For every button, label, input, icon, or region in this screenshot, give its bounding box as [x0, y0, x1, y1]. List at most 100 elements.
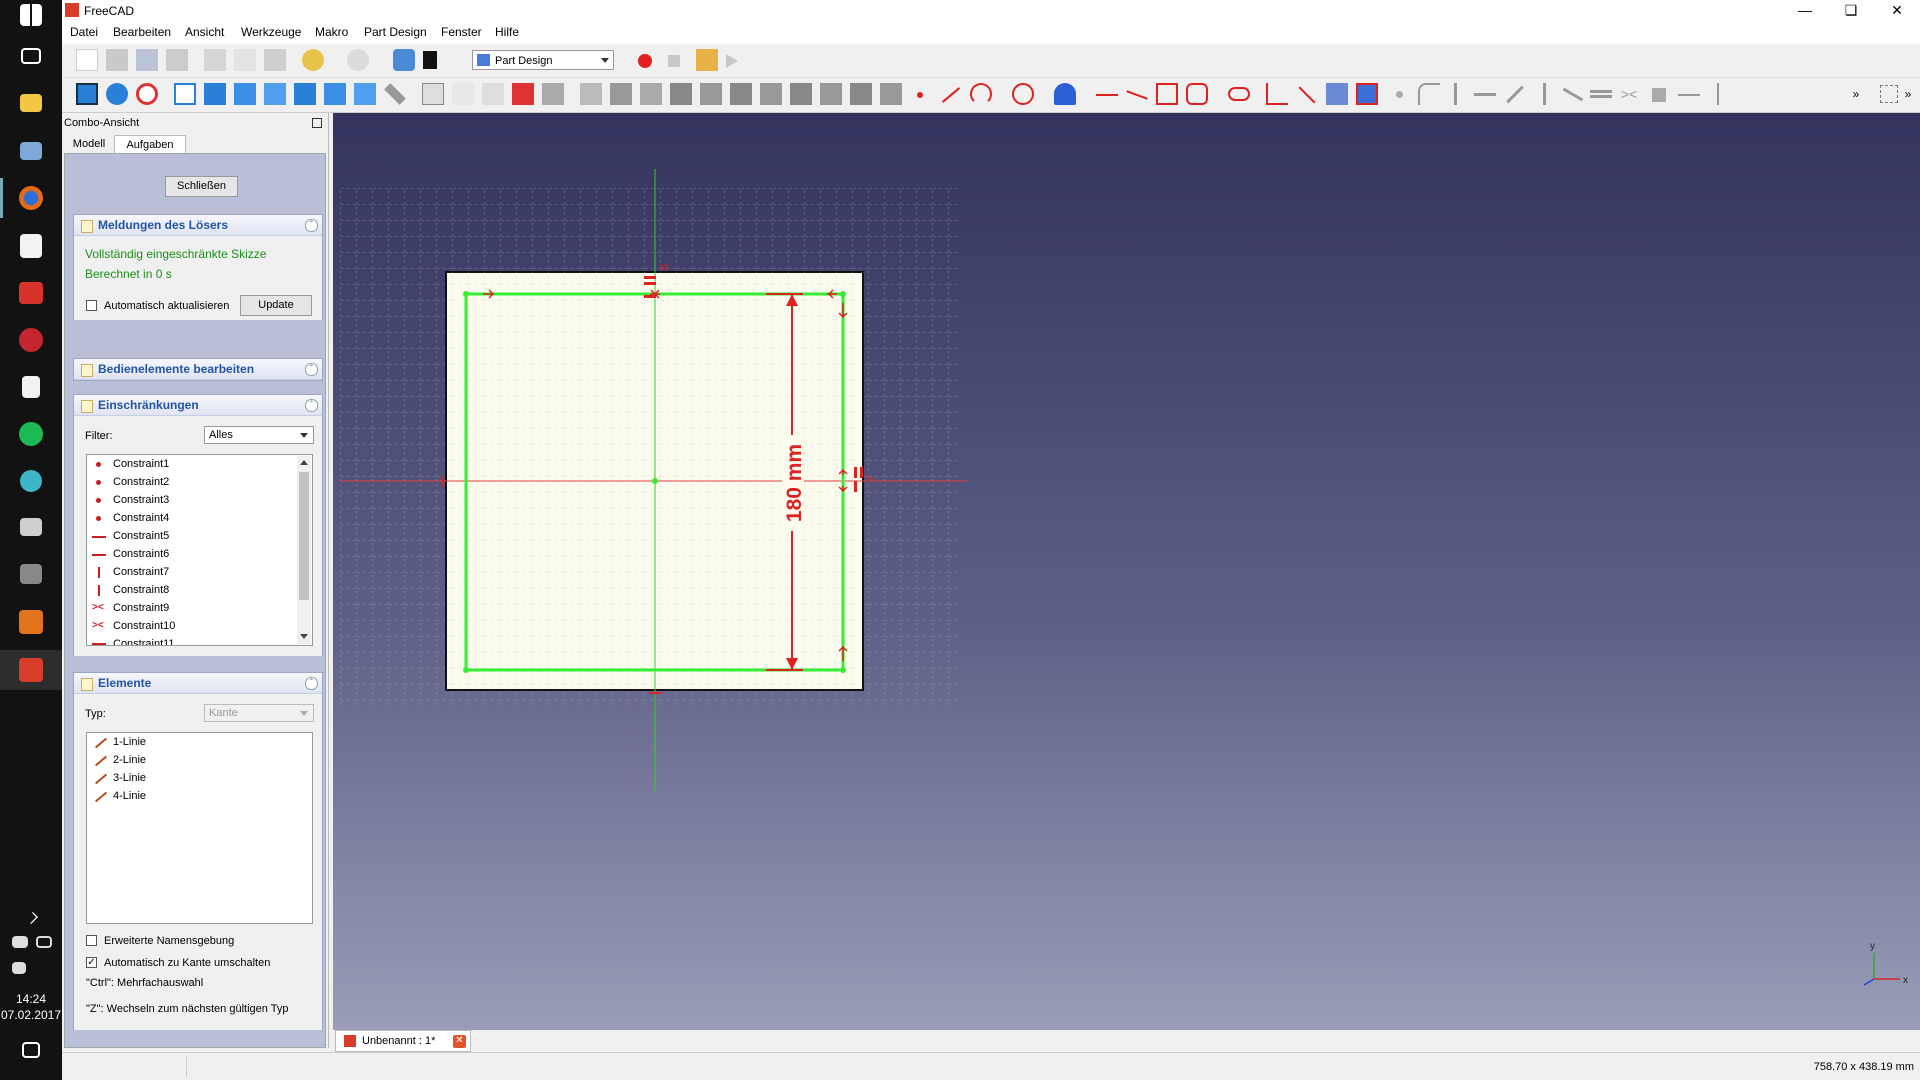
firefox-icon[interactable] [19, 186, 43, 210]
view-left-icon[interactable] [354, 83, 376, 105]
pocket-icon[interactable] [610, 83, 632, 105]
element-list[interactable]: 1-Linie 2-Linie 3-Linie 4-Linie [86, 732, 313, 924]
tab-model[interactable]: Modell [64, 135, 114, 153]
constraint-item[interactable]: Constraint8 [113, 584, 169, 596]
sketch-construction-icon[interactable] [1356, 83, 1378, 105]
undock-icon[interactable] [312, 118, 322, 128]
sketch-conic-icon[interactable] [1054, 83, 1076, 105]
document-tab[interactable]: Unbenannt : 1* ✕ [335, 1030, 471, 1052]
maximize-icon[interactable]: ❏ [1828, 0, 1874, 22]
sketch-line-icon[interactable] [941, 87, 961, 103]
solver-messages-header[interactable]: Meldungen des Lösers ˆ [74, 215, 322, 236]
menu-datei[interactable]: Datei [70, 25, 98, 39]
constraint-filter-select[interactable]: Alles [204, 426, 314, 444]
macro-record-icon[interactable] [638, 54, 652, 68]
open-file-icon[interactable] [106, 49, 128, 71]
constraint-item[interactable]: Constraint5 [113, 530, 169, 542]
pad-icon[interactable] [580, 83, 602, 105]
elements-header[interactable]: Elemente ˆ [74, 673, 322, 694]
taskbar-date[interactable]: 07.02.2017 [0, 1008, 62, 1022]
create-sketch-icon[interactable] [452, 83, 474, 105]
macro-stop-icon[interactable] [668, 55, 680, 67]
minimize-icon[interactable]: — [1782, 0, 1828, 22]
workbench-selector[interactable]: Part Design [472, 50, 614, 70]
menu-bearbeiten[interactable]: Bearbeiten [113, 25, 171, 39]
auto-update-checkbox[interactable] [86, 300, 97, 311]
close-sketch-button[interactable]: Schließen [165, 176, 238, 197]
element-item[interactable]: 2-Linie [113, 754, 146, 766]
chamfer-icon[interactable] [730, 83, 752, 105]
constraint-item[interactable]: Constraint6 [113, 548, 169, 560]
view-orientation-icon[interactable] [1880, 85, 1898, 103]
polar-pattern-icon[interactable] [850, 83, 872, 105]
computer-icon[interactable] [20, 142, 42, 160]
groove-icon[interactable] [670, 83, 692, 105]
redo-icon[interactable] [347, 49, 369, 71]
paste-icon[interactable] [264, 49, 286, 71]
sketch-rectangle-icon[interactable] [1156, 83, 1178, 105]
sketch-point-icon[interactable] [917, 92, 923, 98]
new-file-icon[interactable] [76, 49, 98, 71]
copy-icon[interactable] [234, 49, 256, 71]
constraint-equal-icon[interactable] [1590, 90, 1612, 98]
collapse-icon[interactable]: ˆ [305, 677, 318, 690]
constraint-item[interactable]: Constraint7 [113, 566, 169, 578]
constraint-item[interactable]: Constraint2 [113, 476, 169, 488]
task-view-icon[interactable] [21, 48, 41, 64]
display-icon[interactable] [36, 936, 52, 948]
app-tool-icon[interactable] [20, 564, 42, 584]
constraint-parallel-icon[interactable] [1506, 85, 1524, 104]
constraint-tangent-icon[interactable] [1562, 87, 1584, 102]
menu-ansicht[interactable]: Ansicht [185, 25, 224, 39]
scroll-down-icon[interactable] [300, 634, 308, 639]
constraint-item[interactable]: Constraint4 [113, 512, 169, 524]
freecad-taskbar-icon[interactable] [19, 658, 43, 682]
constraint-vertical-distance-icon[interactable] [1717, 83, 1719, 105]
sketch-polygon-icon[interactable] [1186, 83, 1208, 105]
sketch-slot-icon[interactable] [1228, 87, 1250, 101]
menu-fenster[interactable]: Fenster [441, 25, 482, 39]
windows-start-icon[interactable] [20, 4, 42, 26]
toolbar-overflow-icon[interactable]: » [1850, 83, 1862, 105]
constraint-item[interactable]: Constraint10 [113, 620, 175, 632]
mirrored-icon[interactable] [790, 83, 812, 105]
fit-all-icon[interactable] [76, 83, 98, 105]
map-sketch-icon[interactable] [512, 83, 534, 105]
multi-transform-icon[interactable] [880, 83, 902, 105]
sketch-external-icon[interactable] [1326, 83, 1348, 105]
sketch-fillet-icon[interactable] [1266, 83, 1288, 105]
save-icon[interactable] [136, 49, 158, 71]
menu-part-design[interactable]: Part Design [364, 25, 427, 39]
sketch-trim-icon[interactable] [1298, 86, 1316, 104]
taskbar-time[interactable]: 14:24 [0, 992, 62, 1006]
network-icon[interactable] [12, 936, 28, 948]
document-icon[interactable] [22, 376, 40, 398]
sketch-polyline-icon[interactable] [1126, 90, 1148, 100]
save-as-icon[interactable] [166, 49, 188, 71]
freecad-file-icon[interactable] [20, 234, 42, 258]
constraint-horizontal-icon[interactable] [1474, 93, 1496, 96]
view-front-icon[interactable] [204, 83, 226, 105]
spotify-icon[interactable] [19, 422, 43, 446]
macro-edit-icon[interactable] [696, 49, 718, 71]
collapse-icon[interactable]: ˆ [305, 219, 318, 232]
collapse-icon[interactable]: ˆ [305, 399, 318, 412]
constraint-horizontal-distance-icon[interactable] [1678, 94, 1700, 96]
constraint-vertical-icon[interactable] [1454, 83, 1457, 105]
extended-naming-checkbox[interactable] [86, 935, 97, 946]
toolbar-overflow-icon-2[interactable]: » [1902, 83, 1914, 105]
menu-werkzeuge[interactable]: Werkzeuge [241, 25, 301, 39]
view-rear-icon[interactable] [294, 83, 316, 105]
show-hidden-icons-chevron[interactable] [26, 912, 38, 924]
scroll-up-icon[interactable] [300, 460, 308, 465]
update-button[interactable]: Update [240, 295, 312, 316]
view-section-icon[interactable] [542, 83, 564, 105]
action-center-icon[interactable] [22, 1042, 40, 1058]
measure-icon[interactable] [384, 83, 406, 105]
collapse-icon[interactable]: ˆ [305, 363, 318, 376]
solidworks-icon[interactable] [19, 328, 43, 352]
constraint-item[interactable]: Constraint1 [113, 458, 169, 470]
cut-icon[interactable] [204, 49, 226, 71]
close-window-icon[interactable]: ✕ [1874, 0, 1920, 22]
app-layers-icon[interactable] [20, 518, 42, 536]
